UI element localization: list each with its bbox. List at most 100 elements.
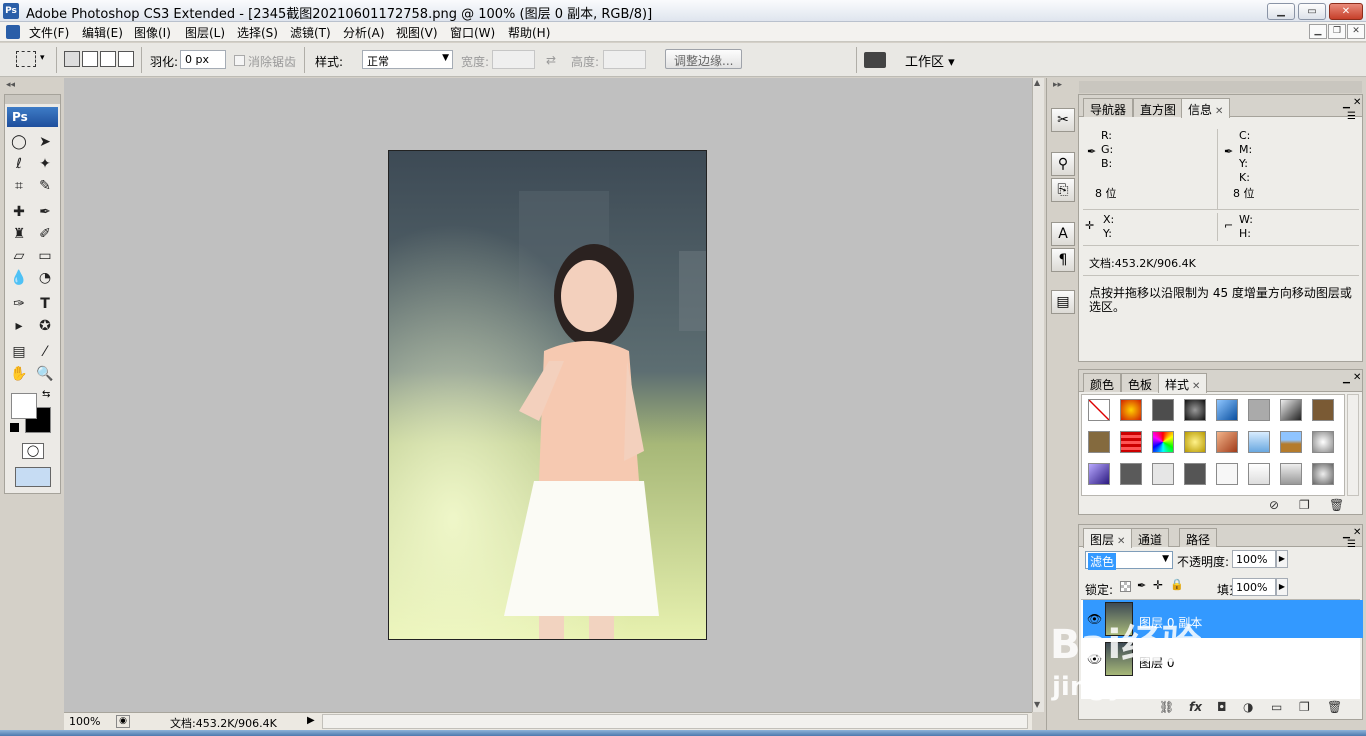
layer-comps-icon[interactable]: ▤: [1051, 290, 1075, 314]
brushes-panel-icon[interactable]: ⚲: [1051, 152, 1075, 176]
tab-color[interactable]: 颜色: [1083, 373, 1122, 392]
style-swatch[interactable]: [1280, 463, 1302, 485]
photoshop-app-icon[interactable]: Ps: [3, 3, 19, 19]
lasso-tool-icon[interactable]: ℓ: [8, 154, 30, 174]
history-brush-tool-icon[interactable]: ✐: [34, 224, 56, 244]
scroll-up-icon[interactable]: ▲: [1034, 78, 1040, 87]
toolbox-grip[interactable]: [5, 95, 60, 104]
lock-transparency-icon[interactable]: [1120, 581, 1131, 592]
pen-tool-icon[interactable]: ✑: [8, 294, 30, 314]
eyedropper-cmyk-icon[interactable]: ✒: [1224, 145, 1233, 158]
lock-pixels-icon[interactable]: ✒: [1137, 579, 1146, 592]
menu-analysis[interactable]: 分析(A): [343, 24, 385, 41]
tab-histogram[interactable]: 直方图: [1133, 98, 1184, 117]
tool-presets-icon[interactable]: ✂: [1051, 108, 1075, 132]
character-panel-icon[interactable]: A: [1051, 222, 1075, 246]
style-swatch[interactable]: [1184, 431, 1206, 453]
style-swatch[interactable]: [1312, 399, 1334, 421]
hand-tool-icon[interactable]: ✋: [8, 364, 30, 384]
intersect-selection-icon[interactable]: [118, 51, 134, 67]
tab-navigator[interactable]: 导航器: [1083, 98, 1134, 117]
panel-minimize-icon[interactable]: ▁: [1343, 99, 1350, 109]
doc-close-button[interactable]: ✕: [1347, 24, 1365, 39]
style-swatch[interactable]: [1120, 399, 1142, 421]
delete-style-icon[interactable]: 🗑: [1329, 498, 1344, 512]
tab-styles[interactable]: 样式 ✕: [1158, 373, 1208, 393]
style-swatch[interactable]: [1184, 463, 1206, 485]
style-swatch[interactable]: [1152, 431, 1174, 453]
eyedropper-tool-icon[interactable]: ⁄: [34, 342, 56, 362]
tab-paths[interactable]: 路径: [1179, 528, 1218, 547]
style-swatch[interactable]: [1088, 431, 1110, 453]
style-swatch[interactable]: [1216, 399, 1238, 421]
screen-mode-icon[interactable]: [15, 467, 51, 487]
default-colors-icon[interactable]: [10, 423, 19, 432]
minimize-button[interactable]: ▁: [1267, 3, 1295, 20]
lock-all-icon[interactable]: 🔒: [1170, 578, 1184, 591]
layer-style-icon[interactable]: fx: [1189, 700, 1202, 714]
menu-view[interactable]: 视图(V): [396, 24, 438, 41]
styles-scrollbar[interactable]: [1347, 394, 1359, 496]
menu-file[interactable]: 文件(F): [29, 24, 69, 41]
style-swatch[interactable]: [1280, 399, 1302, 421]
menu-layer[interactable]: 图层(L): [185, 24, 225, 41]
add-to-selection-icon[interactable]: [82, 51, 98, 67]
workspace-menu[interactable]: 工作区 ▾: [905, 51, 955, 70]
menu-edit[interactable]: 编辑(E): [82, 24, 123, 41]
subtract-selection-icon[interactable]: [100, 51, 116, 67]
menu-window[interactable]: 窗口(W): [450, 24, 495, 41]
dodge-tool-icon[interactable]: ◔: [34, 268, 56, 288]
close-icon[interactable]: ✕: [1215, 106, 1223, 117]
style-swatch[interactable]: [1248, 431, 1270, 453]
panel-group-grip[interactable]: [1079, 81, 1362, 93]
collapse-arrows-icon[interactable]: ◂◂: [6, 80, 15, 90]
panel-close-icon[interactable]: ✕: [1353, 372, 1361, 383]
style-swatch[interactable]: [1152, 399, 1174, 421]
crop-tool-icon[interactable]: ⌗: [8, 176, 30, 196]
gradient-tool-icon[interactable]: ▭: [34, 246, 56, 266]
panel-menu-icon[interactable]: ☰: [1347, 111, 1356, 122]
vertical-scrollbar[interactable]: ▲ ▼: [1032, 78, 1044, 712]
tool-preset-dropdown-icon[interactable]: ▾: [40, 53, 45, 63]
notes-tool-icon[interactable]: ▤: [8, 342, 30, 362]
swap-colors-icon[interactable]: ⇆: [42, 389, 50, 400]
refine-edge-button[interactable]: 调整边缘...: [665, 49, 743, 69]
feather-input[interactable]: 0 px: [180, 50, 226, 69]
rect-marquee-tool-icon[interactable]: [16, 51, 36, 67]
foreground-color-swatch[interactable]: [11, 393, 37, 419]
new-layer-icon[interactable]: ❐: [1299, 700, 1310, 714]
new-selection-icon[interactable]: [64, 51, 80, 67]
clone-source-icon[interactable]: ⎘: [1051, 178, 1075, 202]
windows-taskbar[interactable]: [0, 730, 1366, 736]
style-swatch[interactable]: [1312, 431, 1334, 453]
menu-image[interactable]: 图像(I): [134, 24, 171, 41]
blend-mode-select[interactable]: 滤色 ▼: [1085, 551, 1173, 570]
slice-tool-icon[interactable]: ✎: [34, 176, 56, 196]
menu-select[interactable]: 选择(S): [237, 24, 278, 41]
height-input[interactable]: [603, 50, 646, 69]
style-swatch[interactable]: [1152, 463, 1174, 485]
zoom-tool-icon[interactable]: 🔍: [34, 364, 56, 384]
type-tool-icon[interactable]: T: [34, 294, 56, 314]
close-icon[interactable]: ✕: [1192, 381, 1200, 392]
paragraph-panel-icon[interactable]: ¶: [1051, 248, 1075, 272]
layer-mask-icon[interactable]: ◘: [1217, 700, 1227, 714]
panel-close-icon[interactable]: ✕: [1353, 97, 1361, 108]
panel-minimize-icon[interactable]: ▁: [1343, 374, 1350, 384]
healing-brush-tool-icon[interactable]: ✚: [8, 202, 30, 222]
magic-wand-tool-icon[interactable]: ✦: [34, 154, 56, 174]
style-swatch[interactable]: [1120, 463, 1142, 485]
tab-layers[interactable]: 图层 ✕: [1083, 528, 1133, 548]
delete-layer-icon[interactable]: 🗑: [1327, 700, 1342, 714]
panel-close-icon[interactable]: ✕: [1353, 527, 1361, 538]
style-swatch[interactable]: [1184, 399, 1206, 421]
blur-tool-icon[interactable]: 💧: [8, 268, 30, 288]
quick-mask-icon[interactable]: ◯: [22, 443, 44, 459]
clone-stamp-tool-icon[interactable]: ♜: [8, 224, 30, 244]
eyedropper-icon[interactable]: ✒: [1087, 145, 1096, 158]
scroll-down-icon[interactable]: ▼: [1034, 700, 1040, 709]
maximize-button[interactable]: ▭: [1298, 3, 1326, 20]
lock-position-icon[interactable]: ✛: [1153, 578, 1163, 592]
style-select[interactable]: 正常 ▼: [362, 50, 453, 69]
clear-style-icon[interactable]: ⊘: [1269, 498, 1279, 512]
